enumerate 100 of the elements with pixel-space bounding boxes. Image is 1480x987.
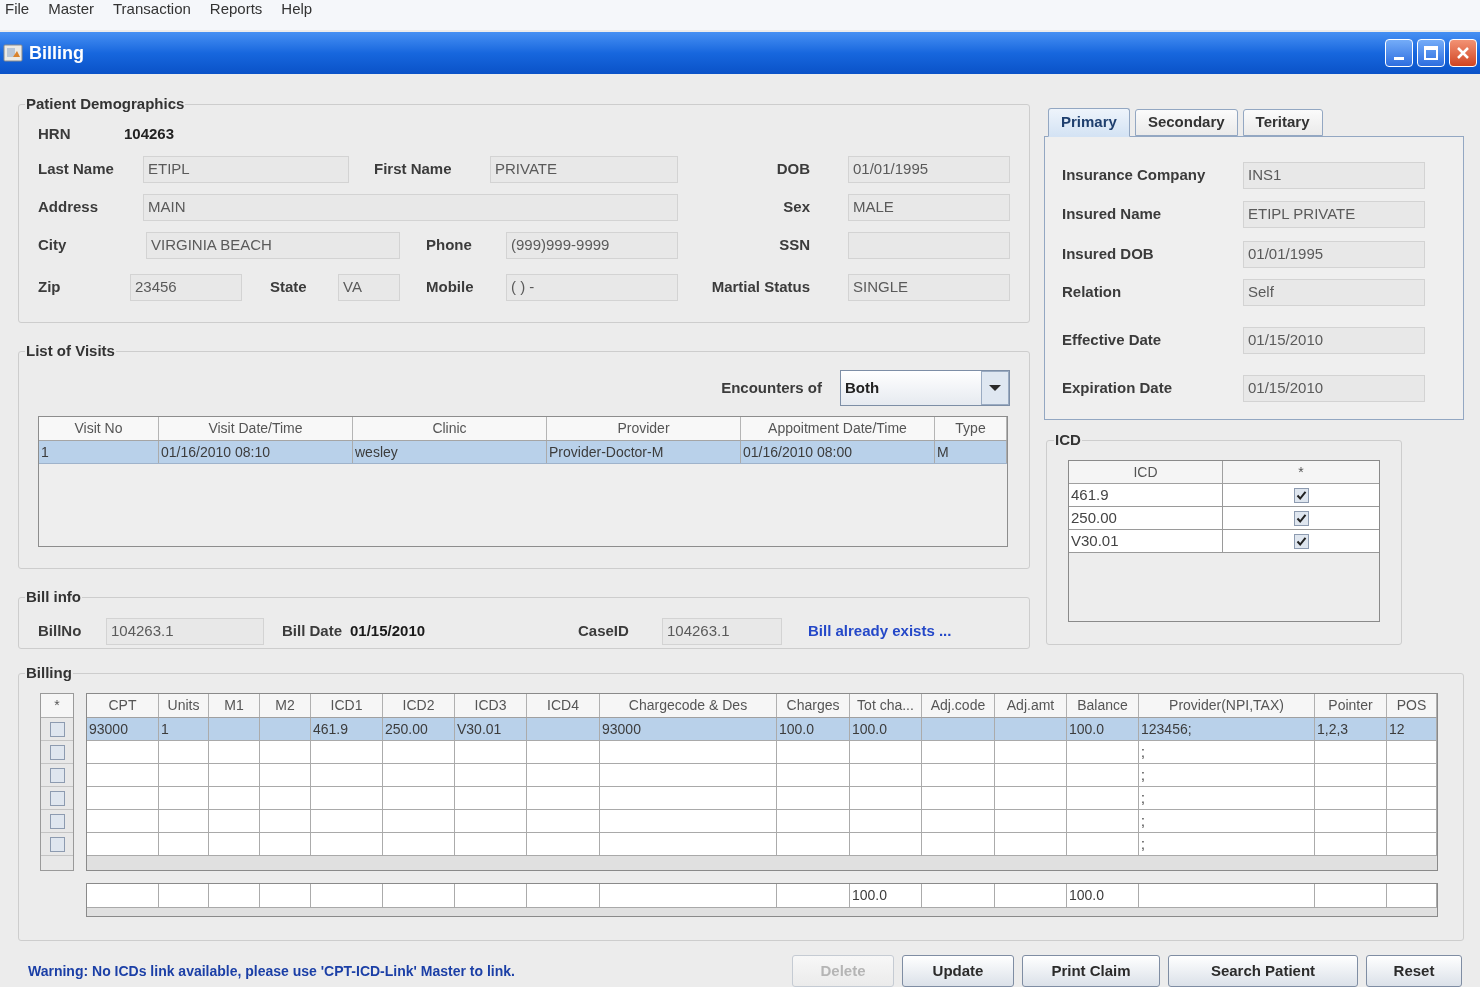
table-cell: Provider-Doctor-M — [547, 441, 741, 463]
row-checkbox[interactable] — [49, 767, 65, 783]
field-label: First Name — [374, 158, 453, 179]
encounters-dropdown[interactable]: Both — [840, 370, 1010, 406]
row-checkbox[interactable] — [49, 721, 65, 737]
row-checkbox[interactable] — [49, 744, 65, 760]
close-button[interactable] — [1449, 39, 1477, 67]
column-header: ICD — [1069, 461, 1223, 483]
table-cell: 461.9 — [1069, 484, 1223, 506]
table-row[interactable]: 1 01/16/2010 08:10 wesley Provider-Doctor-M 01/16/2010 08:00 M — [39, 441, 1007, 464]
column-header: * — [1297, 462, 1305, 482]
text-field[interactable]: SINGLE — [848, 273, 1010, 301]
caret-icon — [981, 371, 1009, 405]
checkbox[interactable] — [1293, 487, 1309, 503]
field-label: Bill Date — [282, 621, 342, 642]
field-label: Address — [38, 196, 100, 217]
column-header: Tot cha... — [850, 694, 922, 717]
text-field[interactable]: (999)999-9999 — [506, 231, 678, 259]
table-cell: ; — [1139, 810, 1315, 832]
column-header: Adj.code — [922, 694, 995, 717]
minimize-button[interactable] — [1385, 39, 1413, 67]
text-field[interactable]: 23456 — [130, 273, 242, 301]
text-field[interactable]: PRIVATE — [490, 155, 678, 183]
field-label: CaseID — [578, 621, 630, 642]
column-header: Units — [159, 694, 209, 717]
tab[interactable]: Teritary — [1242, 109, 1323, 136]
column-header: Visit Date/Time — [159, 417, 353, 440]
action-button[interactable]: Print Claim — [1022, 955, 1160, 987]
column-header: POS — [1387, 694, 1437, 717]
menu-item[interactable]: Help — [281, 0, 313, 17]
text-field[interactable]: ( ) - — [506, 273, 678, 301]
menu-item[interactable]: Master — [48, 0, 94, 17]
text-field[interactable]: VA — [338, 273, 400, 301]
text-field[interactable]: MAIN — [143, 193, 678, 221]
group-title: ICD — [1054, 432, 1082, 448]
table-row[interactable]: ; — [87, 741, 1437, 764]
text-field[interactable]: 01/15/2010 — [1243, 327, 1425, 354]
tab[interactable]: Primary — [1048, 108, 1130, 137]
tab[interactable]: Secondary — [1134, 109, 1238, 136]
action-button[interactable]: Search Patient — [1168, 955, 1358, 987]
row-checkbox[interactable] — [49, 790, 65, 806]
row-checkbox[interactable] — [49, 836, 65, 852]
field-label: DOB — [775, 158, 810, 179]
text-field[interactable]: VIRGINIA BEACH — [146, 231, 400, 259]
group-title: Patient Demographics — [25, 96, 186, 112]
table-cell: 123456; — [1139, 718, 1315, 740]
field-label: City — [38, 234, 68, 255]
app-icon — [3, 43, 23, 63]
menu-item[interactable]: File — [5, 0, 30, 17]
text-field[interactable] — [848, 231, 1010, 259]
status-link[interactable]: Bill already exists ... — [808, 620, 952, 643]
column-header: Balance — [1067, 694, 1139, 717]
table-cell: 93000 — [87, 718, 159, 740]
text-field[interactable]: 104263.1 — [106, 618, 264, 645]
field-label: Last Name — [38, 158, 115, 179]
table-cell: 100.0 — [1067, 718, 1139, 740]
table-row[interactable]: ; — [87, 764, 1437, 787]
table-row[interactable]: ; — [87, 810, 1437, 833]
maximize-icon — [1424, 46, 1438, 60]
table-cell: V30.01 — [455, 718, 527, 740]
text-field[interactable]: MALE — [848, 193, 1010, 221]
checkbox[interactable] — [1293, 533, 1309, 549]
table-cell: wesley — [353, 441, 547, 463]
table-row[interactable]: 93000 1 461.9 250.00 V30.01 93000 100.0 100.0 100.0 123456; 1,2,3 12 — [87, 718, 1437, 741]
menu-item[interactable]: Reports — [209, 0, 263, 17]
row-checkbox[interactable] — [49, 813, 65, 829]
maximize-button[interactable] — [1417, 39, 1445, 67]
column-header: * — [41, 694, 73, 718]
field-label: Martial Status — [710, 276, 810, 297]
action-button[interactable]: Reset — [1366, 955, 1462, 987]
text-field[interactable]: 01/01/1995 — [1243, 241, 1425, 268]
group-title: List of Visits — [25, 343, 116, 359]
group-title: Bill info — [25, 589, 82, 605]
table-cell: 01/16/2010 08:10 — [159, 441, 353, 463]
field-label: Phone — [426, 234, 473, 255]
table-row[interactable]: ; — [87, 787, 1437, 810]
minimize-icon — [1394, 56, 1404, 60]
group-title: Billing — [25, 665, 73, 681]
column-header: Pointer — [1315, 694, 1387, 717]
text-field[interactable]: 01/15/2010 — [1243, 375, 1425, 402]
action-button[interactable]: Update — [902, 955, 1014, 987]
table-cell: 100.0 — [850, 718, 922, 740]
table-cell: ; — [1139, 764, 1315, 786]
column-header: ICD2 — [383, 694, 455, 717]
text-field[interactable]: ETIPL — [143, 155, 349, 183]
checkbox[interactable] — [1293, 510, 1309, 526]
table-cell: 250.00 — [383, 718, 455, 740]
text-field[interactable]: 104263.1 — [662, 618, 782, 645]
table-row[interactable]: ; — [87, 833, 1437, 856]
table-cell: ; — [1139, 741, 1315, 763]
text-field[interactable]: Self — [1243, 279, 1425, 306]
column-header: Type — [935, 417, 1007, 440]
field-label: Sex — [782, 196, 810, 217]
table-cell: 250.00 — [1069, 507, 1223, 529]
text-field[interactable]: 01/01/1995 — [848, 155, 1010, 183]
table-cell: ; — [1139, 787, 1315, 809]
text-field[interactable]: INS1 — [1243, 162, 1425, 189]
menu-item[interactable]: Transaction — [113, 0, 191, 17]
text-field[interactable]: ETIPL PRIVATE — [1243, 201, 1425, 228]
column-header: Provider(NPI,TAX) — [1139, 694, 1315, 717]
